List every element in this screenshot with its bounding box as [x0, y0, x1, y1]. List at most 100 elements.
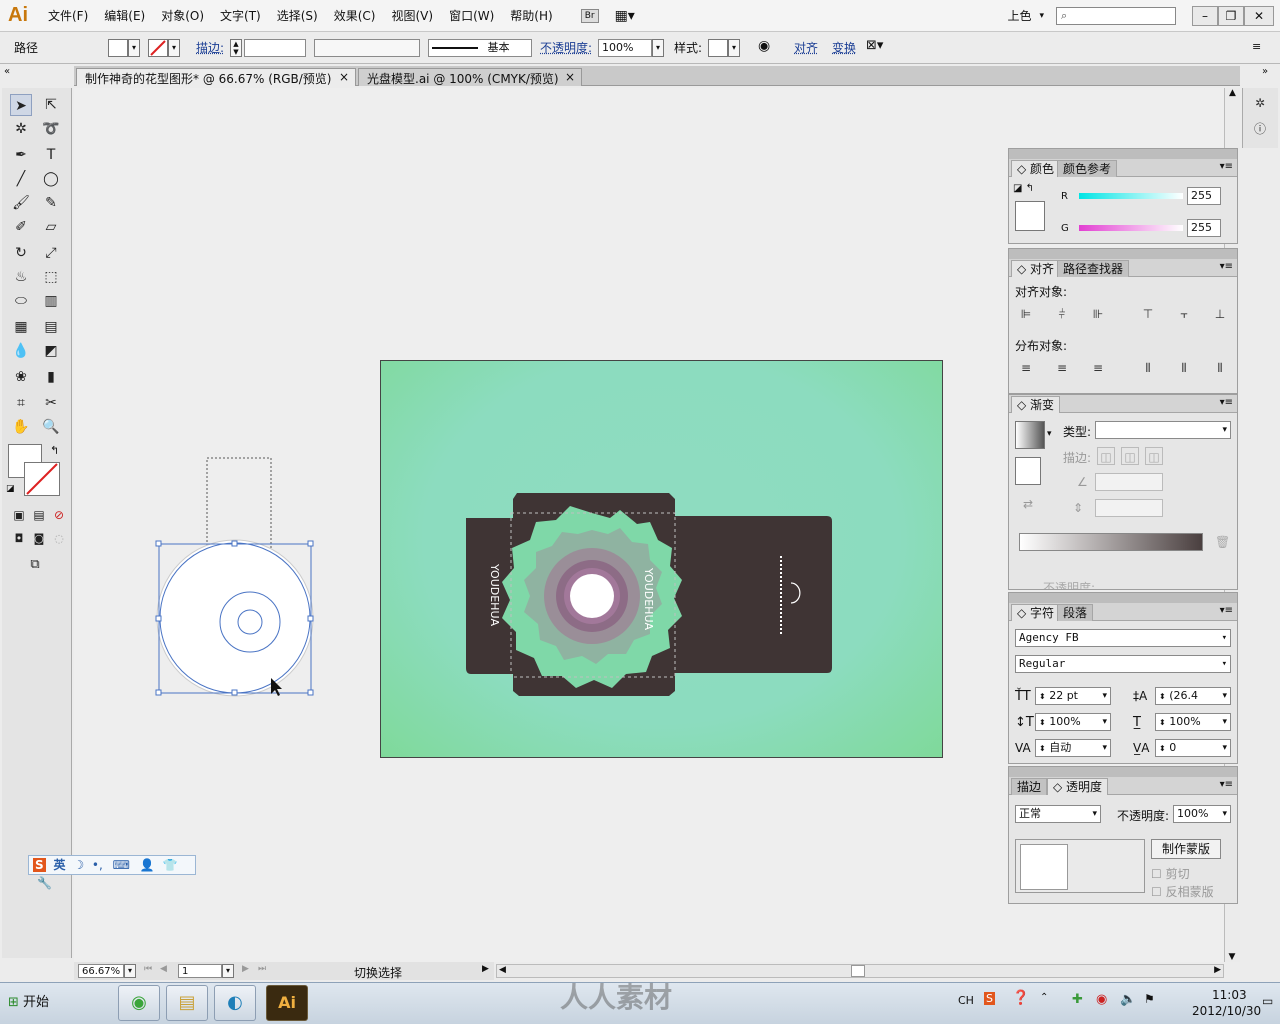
fill-swatch[interactable]: [108, 39, 128, 57]
status-menu-icon[interactable]: ▶: [482, 964, 489, 974]
zoom-tool-icon[interactable]: 🔍: [40, 416, 62, 438]
settings-wrench-icon[interactable]: 🔧: [37, 876, 52, 890]
screen-mode-icon[interactable]: ⧉: [24, 554, 46, 576]
show-desktop-icon[interactable]: ▭: [1262, 994, 1273, 1008]
tab-character[interactable]: ◇ 字符: [1011, 604, 1061, 621]
invert-mask-checkbox[interactable]: ☐ 反相蒙版: [1151, 883, 1214, 900]
tray-expand-icon[interactable]: ⌃: [1040, 992, 1048, 1003]
opacity-label[interactable]: 不透明度:: [540, 39, 592, 56]
g-channel-field[interactable]: 255: [1187, 219, 1221, 237]
sogou-tray-icon[interactable]: S: [984, 992, 995, 1005]
last-artboard-icon[interactable]: ⏭: [258, 964, 266, 974]
panel-grip[interactable]: [1009, 249, 1237, 259]
align-left-icon[interactable]: ⊫: [1017, 305, 1035, 323]
scroll-right-icon[interactable]: ▶: [1214, 965, 1221, 975]
distribute-bottom-icon[interactable]: ≡: [1089, 359, 1107, 377]
color-fill-stroke-swatch[interactable]: [1015, 201, 1045, 231]
align-right-icon[interactable]: ⊪: [1089, 305, 1107, 323]
network-tray-icon[interactable]: ✚: [1072, 992, 1083, 1007]
magic-wand-tool-icon[interactable]: ✲: [10, 118, 32, 140]
align-horizontal-center-icon[interactable]: ⫩: [1053, 305, 1071, 323]
free-transform-tool-icon[interactable]: ⬚: [40, 266, 62, 288]
tab-stroke[interactable]: 描边: [1011, 778, 1048, 795]
gradient-slider[interactable]: [1019, 533, 1203, 551]
next-artboard-icon[interactable]: ▶: [242, 964, 249, 974]
menu-edit[interactable]: 编辑(E): [96, 7, 153, 24]
help-tray-icon[interactable]: ❓: [1012, 990, 1029, 1006]
eraser-tool-icon[interactable]: ▱: [40, 216, 62, 238]
distribute-top-icon[interactable]: ≡: [1017, 359, 1035, 377]
r-channel-slider[interactable]: [1079, 193, 1183, 199]
close-tab-icon[interactable]: ×: [339, 70, 349, 84]
tab-gradient[interactable]: ◇ 渐变: [1011, 396, 1061, 413]
flag-tray-icon[interactable]: ⚑: [1144, 992, 1155, 1006]
panel-menu-icon[interactable]: ≡: [1252, 40, 1261, 53]
zoom-dropdown[interactable]: ▾: [124, 964, 136, 978]
ime-toolbar[interactable]: S 英 ☽ •, ⌨ 👤 👕 🔧: [28, 855, 196, 890]
scroll-up-icon[interactable]: ▲: [1225, 88, 1240, 98]
artboard[interactable]: YOUDEHUA YOUDEHUA: [380, 360, 943, 758]
selection-tool-icon[interactable]: ➤: [10, 94, 32, 116]
tab-color-guide[interactable]: 颜色参考: [1057, 160, 1118, 177]
menu-view[interactable]: 视图(V): [383, 7, 441, 24]
stroke-across-icon[interactable]: ◫: [1145, 447, 1163, 465]
blend-tool-icon[interactable]: ◩: [40, 340, 62, 362]
graphic-style-dropdown[interactable]: ▾: [728, 39, 740, 57]
brush-definition-field[interactable]: 基本: [428, 39, 532, 57]
panel-menu-icon[interactable]: ▾≡: [1220, 397, 1233, 408]
panel-menu-icon[interactable]: ▾≡: [1220, 605, 1233, 616]
font-style-select[interactable]: Regular ▾: [1015, 655, 1231, 673]
skin-icon[interactable]: 👕: [163, 858, 178, 872]
stroke-weight-label[interactable]: 描边:: [196, 39, 224, 56]
menu-help[interactable]: 帮助(H): [502, 7, 560, 24]
menu-effect[interactable]: 效果(C): [326, 7, 384, 24]
zoom-field[interactable]: 66.67%: [78, 964, 124, 978]
stroke-weight-field[interactable]: [244, 39, 306, 57]
gradient-fill-stroke-swatch[interactable]: [1015, 457, 1041, 485]
leading-field[interactable]: ⬍ (26.4 ▾: [1155, 687, 1231, 705]
close-button[interactable]: ✕: [1244, 5, 1274, 26]
symbol-sprayer-tool-icon[interactable]: ❀: [10, 366, 32, 388]
clip-checkbox[interactable]: ☐ 剪切: [1151, 865, 1190, 882]
color-mode-icon[interactable]: ▣: [8, 504, 30, 526]
selected-disc-object[interactable]: [150, 450, 320, 710]
none-mode-icon[interactable]: ⊘: [48, 504, 70, 526]
shape-builder-tool-icon[interactable]: ⬭: [10, 290, 32, 312]
panel-grip[interactable]: [1009, 593, 1237, 603]
gradient-type-select[interactable]: ▾: [1095, 421, 1231, 439]
taskbar-explorer-icon[interactable]: ▤: [166, 985, 208, 1021]
column-graph-tool-icon[interactable]: ▮: [40, 366, 62, 388]
panel-menu-icon[interactable]: ▾≡: [1220, 779, 1233, 790]
stroke-weight-stepper[interactable]: ▲ ▼: [230, 39, 242, 57]
scroll-down-icon[interactable]: ▼: [1225, 952, 1239, 962]
artboard-dropdown[interactable]: ▾: [222, 964, 234, 978]
isolate-icon[interactable]: ⊠▾: [866, 38, 883, 53]
warp-tool-icon[interactable]: ♨: [10, 266, 32, 288]
mask-thumbnail[interactable]: [1015, 839, 1145, 893]
tab-color[interactable]: ◇ 颜色: [1011, 160, 1061, 177]
opacity-field[interactable]: 100%: [598, 39, 652, 57]
panel-grip[interactable]: [1009, 149, 1237, 159]
menu-object[interactable]: 对象(O): [153, 7, 212, 24]
make-mask-button[interactable]: 制作蒙版: [1151, 839, 1221, 859]
info-panel-icon[interactable]: ⓘ: [1251, 120, 1269, 138]
user-icon[interactable]: 👤: [140, 858, 155, 872]
security-tray-icon[interactable]: ◉: [1096, 992, 1107, 1007]
ellipse-tool-icon[interactable]: ◯: [40, 168, 62, 190]
bridge-button[interactable]: Br: [580, 8, 599, 23]
pen-tool-icon[interactable]: ✒: [10, 144, 32, 166]
fill-dropdown[interactable]: ▾: [128, 39, 140, 57]
chevron-down-icon[interactable]: ▾: [1047, 429, 1052, 439]
tab-transparency[interactable]: ◇ 透明度: [1047, 778, 1109, 795]
draw-inside-icon[interactable]: ◌: [48, 528, 70, 550]
kerning-field[interactable]: ⬍ 自动 ▾: [1035, 739, 1111, 757]
pencil-tool-icon[interactable]: ✎: [40, 192, 62, 214]
workspace-switcher[interactable]: 上色: [1007, 7, 1031, 24]
align-link[interactable]: 对齐: [794, 39, 818, 56]
arrange-documents-icon[interactable]: ▦▾: [615, 8, 635, 24]
search-input[interactable]: ⌕: [1056, 6, 1176, 25]
slice-tool-icon[interactable]: ✂: [40, 392, 62, 414]
rotate-tool-icon[interactable]: ↻: [10, 242, 32, 264]
taskbar-media-icon[interactable]: ◐: [214, 985, 256, 1021]
clock-date[interactable]: 2012/10/30: [1192, 1004, 1261, 1018]
